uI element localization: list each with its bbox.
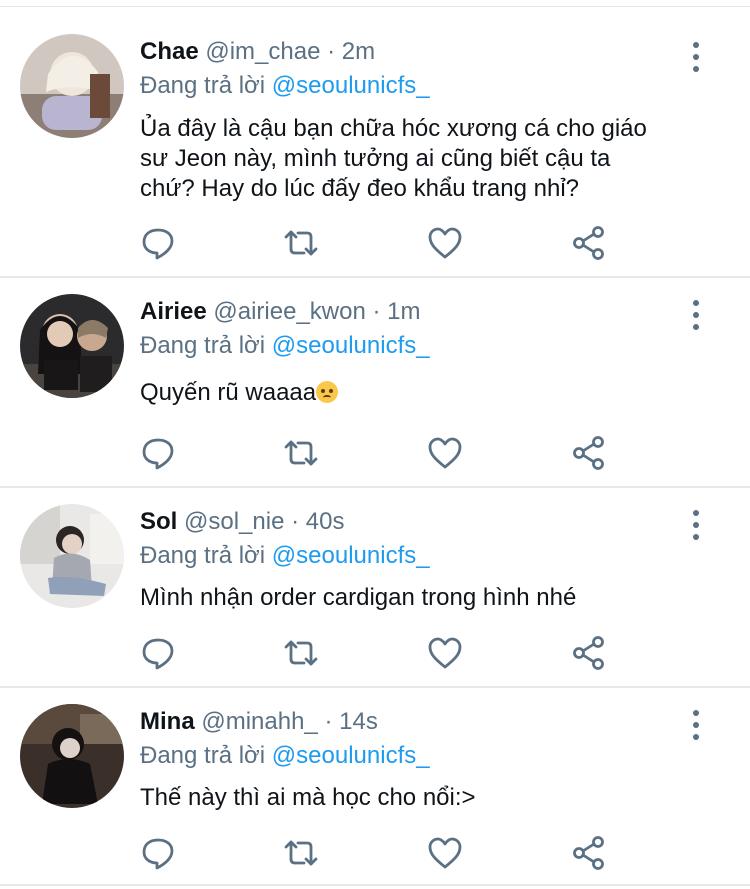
more-vertical-icon[interactable]	[684, 42, 708, 72]
retweet-icon[interactable]	[283, 835, 319, 871]
tweet-item[interactable]: Mina @minahh_ · 14s Đang trả lời @seoulu…	[0, 688, 750, 886]
reply-icon[interactable]	[140, 835, 176, 871]
more-vertical-icon[interactable]	[684, 710, 708, 740]
user-handle[interactable]: @sol_nie	[184, 508, 284, 535]
tweet-header: Mina @minahh_ · 14s	[140, 708, 378, 736]
user-handle[interactable]: @airiee_kwon	[213, 298, 365, 325]
share-icon[interactable]	[571, 435, 607, 471]
pleading-face-emoji	[316, 381, 339, 403]
avatar[interactable]	[20, 704, 124, 808]
tweet-header: Airiee @airiee_kwon · 1m	[140, 298, 421, 326]
separator-dot: ·	[291, 508, 300, 535]
reply-feed: Chae @im_chae · 2m Đang trả lời @seoulun…	[0, 0, 750, 889]
display-name[interactable]: Mina	[140, 708, 195, 735]
heart-icon[interactable]	[427, 835, 463, 871]
tweet-text-content: Quyến rũ waaaa	[140, 379, 317, 406]
reply-icon[interactable]	[140, 435, 176, 471]
tweet-text-line: Quyến rũ waaaa	[140, 378, 700, 408]
replying-label: Đang trả lời	[140, 332, 272, 359]
replying-to: Đang trả lời @seoulunicfs_	[140, 332, 430, 360]
action-bar	[140, 635, 620, 671]
avatar[interactable]	[20, 34, 124, 138]
tweet-text-line: Ủa đây là cậu bạn chữa hóc xương cá cho …	[140, 115, 647, 142]
tweet-header: Sol @sol_nie · 40s	[140, 508, 344, 536]
tweet-text: Mình nhận order cardigan trong hình nhé	[140, 583, 700, 613]
user-handle[interactable]: @minahh_	[201, 708, 317, 735]
separator-dot: ·	[327, 38, 336, 65]
timestamp[interactable]: 40s	[306, 508, 345, 535]
tweet-header: Chae @im_chae · 2m	[140, 38, 375, 66]
tweet-text-line: Mình nhận order cardigan trong hình nhé	[140, 584, 577, 611]
tweet-text-line: chứ? Hay do lúc đấy đeo khẩu trang nhỉ?	[140, 175, 580, 202]
share-icon[interactable]	[571, 635, 607, 671]
timestamp[interactable]: 1m	[387, 298, 420, 325]
share-icon[interactable]	[571, 225, 607, 261]
replying-to: Đang trả lời @seoulunicfs_	[140, 72, 430, 100]
tweet-text-line: sư Jeon này, mình tưởng ai cũng biết cậu…	[140, 145, 611, 172]
avatar[interactable]	[20, 294, 124, 398]
display-name[interactable]: Airiee	[140, 298, 207, 325]
user-handle[interactable]: @im_chae	[205, 38, 320, 65]
top-divider	[0, 0, 750, 7]
replying-to: Đang trả lời @seoulunicfs_	[140, 542, 430, 570]
mention-link[interactable]: @seoulunicfs_	[272, 742, 430, 769]
retweet-icon[interactable]	[283, 435, 319, 471]
replying-to: Đang trả lời @seoulunicfs_	[140, 742, 430, 770]
tweet-item[interactable]: Chae @im_chae · 2m Đang trả lời @seoulun…	[0, 8, 750, 278]
display-name[interactable]: Chae	[140, 38, 199, 65]
tweet-text: Thế này thì ai mà học cho nổi:>	[140, 783, 700, 813]
display-name[interactable]: Sol	[140, 508, 177, 535]
mention-link[interactable]: @seoulunicfs_	[272, 72, 430, 99]
timestamp[interactable]: 14s	[339, 708, 378, 735]
avatar[interactable]	[20, 504, 124, 608]
action-bar	[140, 435, 620, 471]
separator-dot: ·	[372, 298, 381, 325]
heart-icon[interactable]	[427, 635, 463, 671]
action-bar	[140, 225, 620, 261]
replying-label: Đang trả lời	[140, 742, 272, 769]
share-icon[interactable]	[571, 835, 607, 871]
tweet-text: Quyến rũ waaaa	[140, 378, 700, 408]
retweet-icon[interactable]	[283, 225, 319, 261]
tweet-text-line: Thế này thì ai mà học cho nổi:>	[140, 784, 476, 811]
heart-icon[interactable]	[427, 225, 463, 261]
separator-dot: ·	[324, 708, 333, 735]
tweet-item[interactable]: Airiee @airiee_kwon · 1m Đang trả lời @s…	[0, 278, 750, 488]
more-vertical-icon[interactable]	[684, 300, 708, 330]
tweet-text: Ủa đây là cậu bạn chữa hóc xương cá cho …	[140, 114, 700, 204]
more-vertical-icon[interactable]	[684, 510, 708, 540]
replying-label: Đang trả lời	[140, 72, 272, 99]
mention-link[interactable]: @seoulunicfs_	[272, 542, 430, 569]
action-bar	[140, 835, 620, 871]
timestamp[interactable]: 2m	[342, 38, 375, 65]
mention-link[interactable]: @seoulunicfs_	[272, 332, 430, 359]
retweet-icon[interactable]	[283, 635, 319, 671]
tweet-item[interactable]: Sol @sol_nie · 40s Đang trả lời @seoulun…	[0, 488, 750, 688]
heart-icon[interactable]	[427, 435, 463, 471]
replying-label: Đang trả lời	[140, 542, 272, 569]
reply-icon[interactable]	[140, 225, 176, 261]
reply-icon[interactable]	[140, 635, 176, 671]
